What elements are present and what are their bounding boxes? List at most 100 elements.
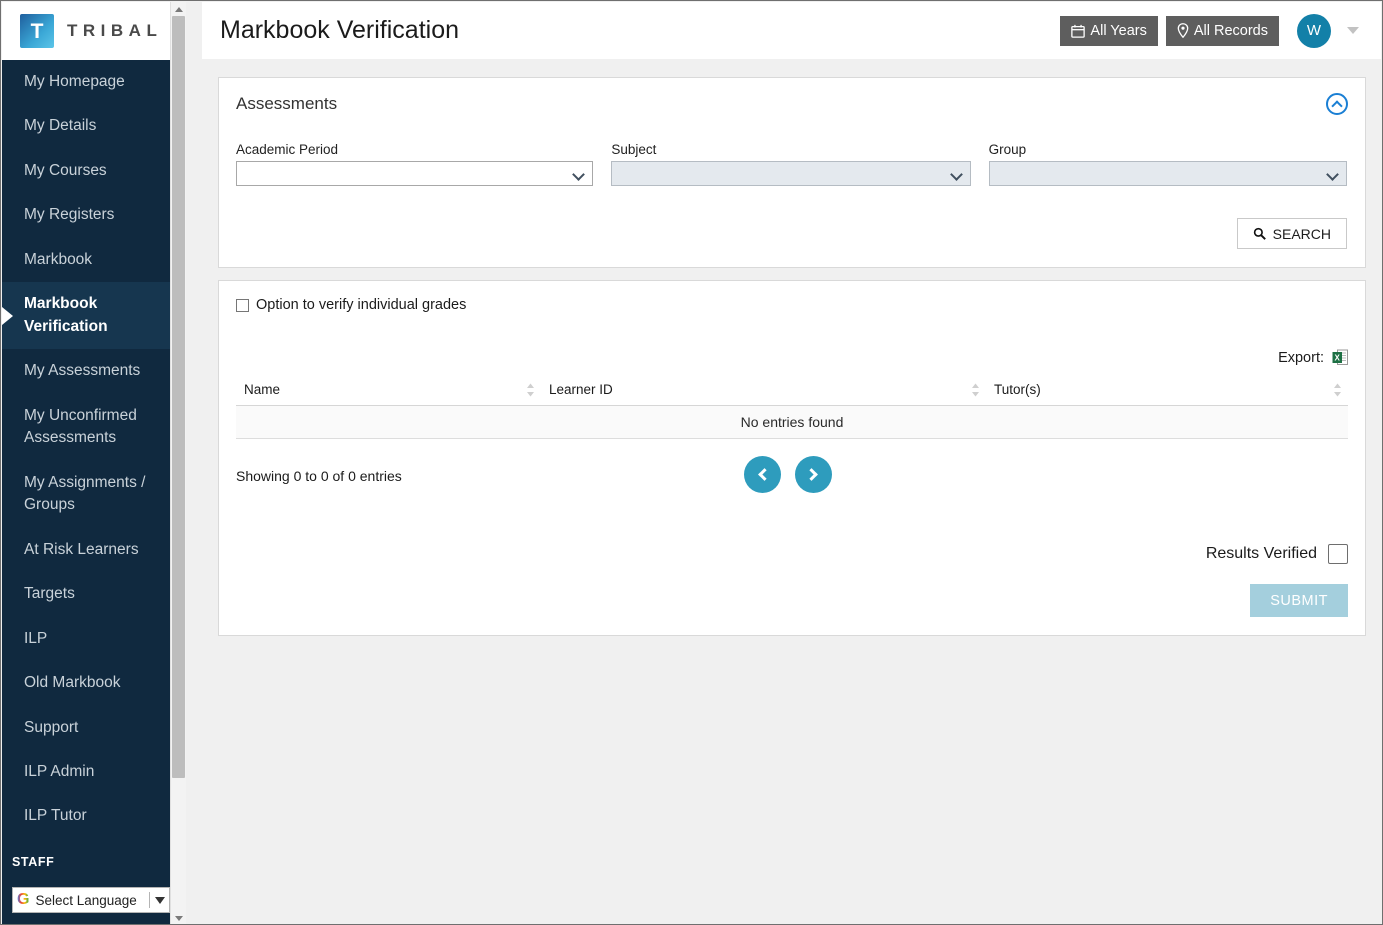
- sidebar-item-label: ILP Tutor: [24, 807, 87, 825]
- column-header-learner-id-label: Learner ID: [549, 382, 613, 397]
- assessments-panel-title: Assessments: [236, 94, 338, 113]
- export-label: Export:: [1278, 349, 1324, 366]
- chevron-up-icon: [1331, 99, 1343, 112]
- sidebar-item-markbook-verification[interactable]: Markbook Verification: [2, 282, 186, 350]
- subject-select[interactable]: [611, 161, 971, 186]
- sidebar-item-my-homepage[interactable]: My Homepage: [2, 60, 186, 104]
- chevron-down-icon[interactable]: [1347, 27, 1359, 34]
- sidebar-item-label: Targets: [24, 585, 75, 603]
- all-records-label: All Records: [1193, 22, 1268, 39]
- svg-text:X: X: [1335, 353, 1341, 362]
- scroll-up-arrow-icon[interactable]: [171, 2, 186, 16]
- sidebar-item-label: My Registers: [24, 206, 115, 224]
- avatar[interactable]: W: [1297, 13, 1331, 48]
- chevron-left-icon: [758, 468, 771, 481]
- academic-period-label: Academic Period: [236, 142, 339, 157]
- sidebar-item-label: Support: [24, 718, 79, 736]
- search-icon: [1253, 227, 1266, 240]
- export-row: Export: X: [236, 349, 1348, 366]
- sidebar-item-label: Old Markbook: [24, 674, 121, 692]
- results-table-body: No entries found: [236, 405, 1348, 439]
- submit-row: SUBMIT: [236, 584, 1348, 617]
- sidebar: T TRIBAL My Homepage My Details My Courses…: [2, 2, 186, 924]
- all-records-button[interactable]: All Records: [1165, 15, 1279, 46]
- tribal-logo-icon: T: [20, 14, 54, 48]
- translate-divider: [149, 892, 150, 908]
- results-panel: Option to verify individual grades Expor…: [218, 280, 1366, 636]
- all-years-label: All Years: [1090, 22, 1147, 39]
- results-table: Name Learner ID Tutor(s) No entries foun…: [236, 375, 1348, 439]
- search-button[interactable]: SEARCH: [1236, 218, 1347, 249]
- verify-individual-grades-checkbox[interactable]: [236, 298, 249, 312]
- sidebar-item-my-assessments[interactable]: My Assessments: [2, 349, 186, 393]
- sidebar-item-ilp[interactable]: ILP: [2, 617, 186, 661]
- sidebar-scrollbar[interactable]: [170, 2, 186, 924]
- column-header-learner-id[interactable]: Learner ID: [541, 375, 986, 406]
- scrollbar-thumb[interactable]: [172, 16, 185, 778]
- all-years-button[interactable]: All Years: [1060, 15, 1158, 46]
- sidebar-item-my-registers[interactable]: My Registers: [2, 193, 186, 237]
- sidebar-nav: My Homepage My Details My Courses My Regist…: [2, 60, 186, 839]
- application-window: T TRIBAL My Homepage My Details My Courses…: [0, 0, 1383, 925]
- verify-individual-grades-label: Option to verify individual grades: [256, 297, 467, 313]
- sidebar-item-my-courses[interactable]: My Courses: [2, 149, 186, 193]
- avatar-initial: W: [1306, 22, 1322, 39]
- chevron-down-icon[interactable]: [155, 896, 165, 904]
- subject-label: Subject: [611, 142, 657, 157]
- sidebar-item-label: My Courses: [24, 161, 107, 179]
- showing-entries-text: Showing 0 to 0 of 0 entries: [236, 468, 402, 484]
- column-header-tutors-label: Tutor(s): [994, 382, 1041, 397]
- column-header-name[interactable]: Name: [236, 375, 541, 406]
- submit-button[interactable]: SUBMIT: [1250, 584, 1348, 617]
- next-page-button[interactable]: [795, 456, 832, 493]
- search-button-label: SEARCH: [1272, 225, 1331, 242]
- group-select[interactable]: [988, 161, 1347, 186]
- calendar-icon: [1071, 24, 1086, 38]
- table-empty-row: No entries found: [236, 405, 1348, 439]
- sidebar-item-label: ILP Admin: [24, 762, 95, 780]
- logo-mark-letter: T: [30, 19, 44, 43]
- verify-individual-grades-row: Option to verify individual grades: [236, 297, 1348, 313]
- google-logo-icon: G: [17, 891, 30, 908]
- sort-arrows-icon: [527, 383, 534, 397]
- export-excel-icon[interactable]: X: [1332, 349, 1348, 366]
- pagination-row: Showing 0 to 0 of 0 entries: [236, 456, 1348, 496]
- table-empty-message: No entries found: [236, 405, 1348, 439]
- collapse-panel-button[interactable]: [1326, 93, 1348, 115]
- brand-logo[interactable]: T TRIBAL: [2, 2, 186, 60]
- academic-period-select[interactable]: [236, 161, 594, 186]
- column-header-name-label: Name: [244, 382, 281, 397]
- academic-period-field: Academic Period: [236, 142, 594, 186]
- chevron-right-icon: [805, 468, 818, 481]
- sidebar-item-markbook[interactable]: Markbook: [2, 238, 186, 282]
- sort-arrows-icon: [972, 383, 979, 397]
- sidebar-item-ilp-admin[interactable]: ILP Admin: [2, 750, 186, 794]
- sidebar-item-support[interactable]: Support: [2, 706, 186, 750]
- results-table-head: Name Learner ID Tutor(s): [236, 375, 1348, 406]
- sort-arrows-icon: [1334, 383, 1341, 397]
- sidebar-item-label: My Assignments / Groups: [24, 473, 146, 514]
- group-field: Group: [988, 142, 1347, 186]
- map-pin-icon: [1177, 23, 1189, 38]
- assessments-panel: Assessments Academic Period Subject Grou…: [218, 77, 1366, 268]
- main-content: Assessments Academic Period Subject Grou…: [202, 59, 1381, 923]
- sidebar-item-at-risk-learners[interactable]: At Risk Learners: [2, 528, 186, 572]
- results-verified-checkbox[interactable]: [1328, 544, 1348, 564]
- previous-page-button[interactable]: [744, 456, 781, 493]
- results-verified-row: Results Verified: [236, 544, 1348, 564]
- sidebar-item-targets[interactable]: Targets: [2, 572, 186, 616]
- sidebar-item-ilp-tutor[interactable]: ILP Tutor: [2, 794, 186, 838]
- sidebar-item-label: Markbook Verification: [24, 295, 108, 335]
- google-translate-widget[interactable]: G Select Language: [12, 887, 170, 913]
- sidebar-item-label: Markbook: [24, 250, 93, 268]
- sidebar-item-my-details[interactable]: My Details: [2, 104, 186, 148]
- sidebar-item-label: At Risk Learners: [24, 540, 139, 558]
- results-verified-label: Results Verified: [1205, 545, 1317, 562]
- sidebar-item-my-assignments-groups[interactable]: My Assignments / Groups: [2, 461, 186, 528]
- sidebar-item-my-unconfirmed-assessments[interactable]: My Unconfirmed Assessments: [2, 394, 186, 461]
- column-header-tutors[interactable]: Tutor(s): [986, 375, 1348, 406]
- scroll-down-arrow-icon[interactable]: [171, 911, 186, 924]
- sidebar-item-old-markbook[interactable]: Old Markbook: [2, 661, 186, 705]
- sidebar-section-reports: REPORTS: [2, 920, 186, 924]
- page-title: Markbook Verification: [220, 16, 460, 44]
